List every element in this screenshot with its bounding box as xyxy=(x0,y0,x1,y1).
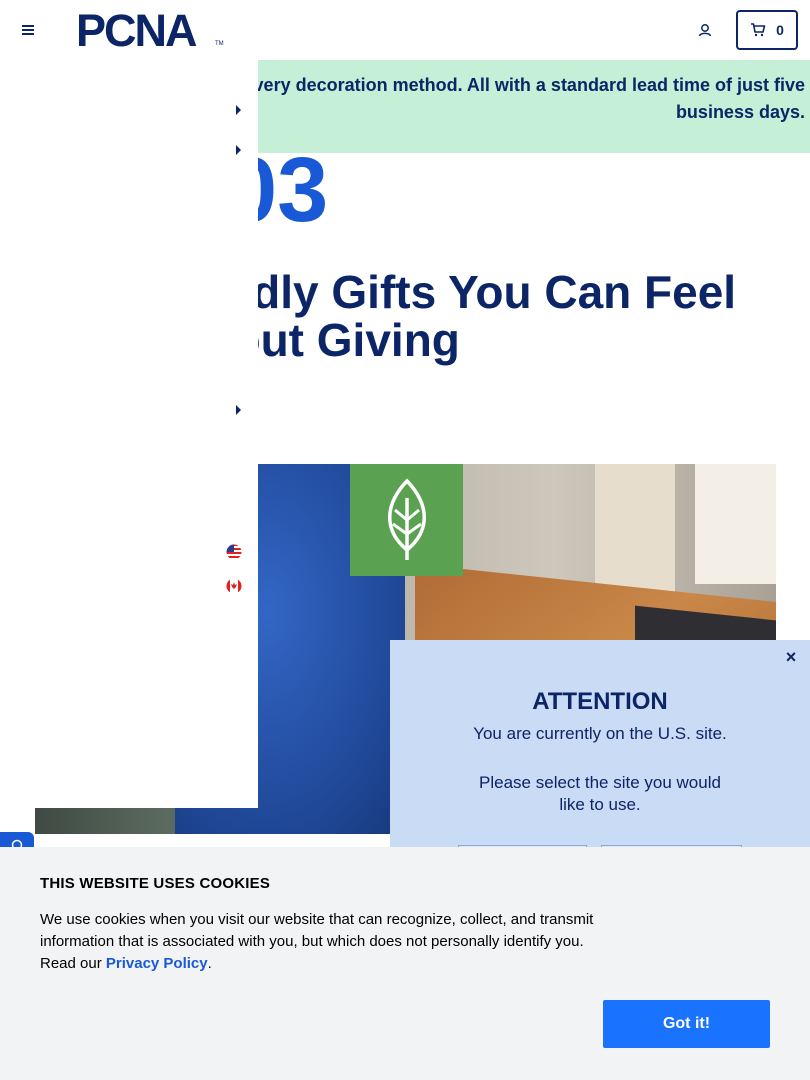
leaf-badge xyxy=(350,464,463,576)
cart-icon xyxy=(751,23,766,37)
caret-right-icon xyxy=(235,405,241,415)
logo-text: PCNA xyxy=(76,5,198,56)
page: PCNA TM 0 Thousands of products. Dozens … xyxy=(0,0,810,1080)
close-icon: × xyxy=(785,647,797,667)
hero-image-bottle-white xyxy=(695,464,776,584)
cart-count: 0 xyxy=(776,22,784,38)
site-header: PCNA TM 0 xyxy=(0,0,810,60)
leaf-icon xyxy=(387,478,426,560)
modal-current-site: You are currently on the U.S. site. xyxy=(473,724,727,743)
cookie-accept-button[interactable]: Got it! xyxy=(603,1000,770,1048)
site-canada-option[interactable] xyxy=(226,578,242,594)
site-select-modal: × ATTENTION You are currently on the U.S… xyxy=(390,640,810,855)
cookie-banner: THIS WEBSITE USES COOKIES We use cookies… xyxy=(0,847,810,1080)
logo-trademark: TM xyxy=(215,41,224,47)
site-us-option[interactable] xyxy=(226,544,242,560)
modal-title: ATTENTION xyxy=(532,688,668,715)
cart-button[interactable]: 0 xyxy=(736,10,798,50)
drawer-item-2-expand[interactable] xyxy=(233,144,243,156)
canada-flag-icon xyxy=(226,578,242,594)
privacy-policy-link[interactable]: Privacy Policy xyxy=(106,955,208,972)
nav-drawer xyxy=(0,60,258,808)
drawer-item-3-expand[interactable] xyxy=(233,404,243,416)
pcna-logo[interactable]: PCNA TM xyxy=(76,8,226,53)
caret-right-icon xyxy=(235,105,241,115)
menu-icon xyxy=(22,25,34,35)
user-icon xyxy=(698,24,712,37)
cookie-text-end: . xyxy=(207,955,212,972)
drawer-item-1-expand[interactable] xyxy=(233,104,243,116)
hero-image-bottle xyxy=(595,464,675,604)
cookie-title: THIS WEBSITE USES COOKIES xyxy=(40,875,271,892)
us-flag-icon xyxy=(226,544,242,560)
modal-close-button[interactable]: × xyxy=(782,648,800,666)
cookie-text: We use cookies when you visit our websit… xyxy=(40,909,610,975)
menu-button[interactable] xyxy=(18,19,38,41)
modal-instructions: Please select the site you would like to… xyxy=(479,773,721,814)
caret-right-icon xyxy=(235,145,241,155)
account-button[interactable] xyxy=(694,19,716,41)
